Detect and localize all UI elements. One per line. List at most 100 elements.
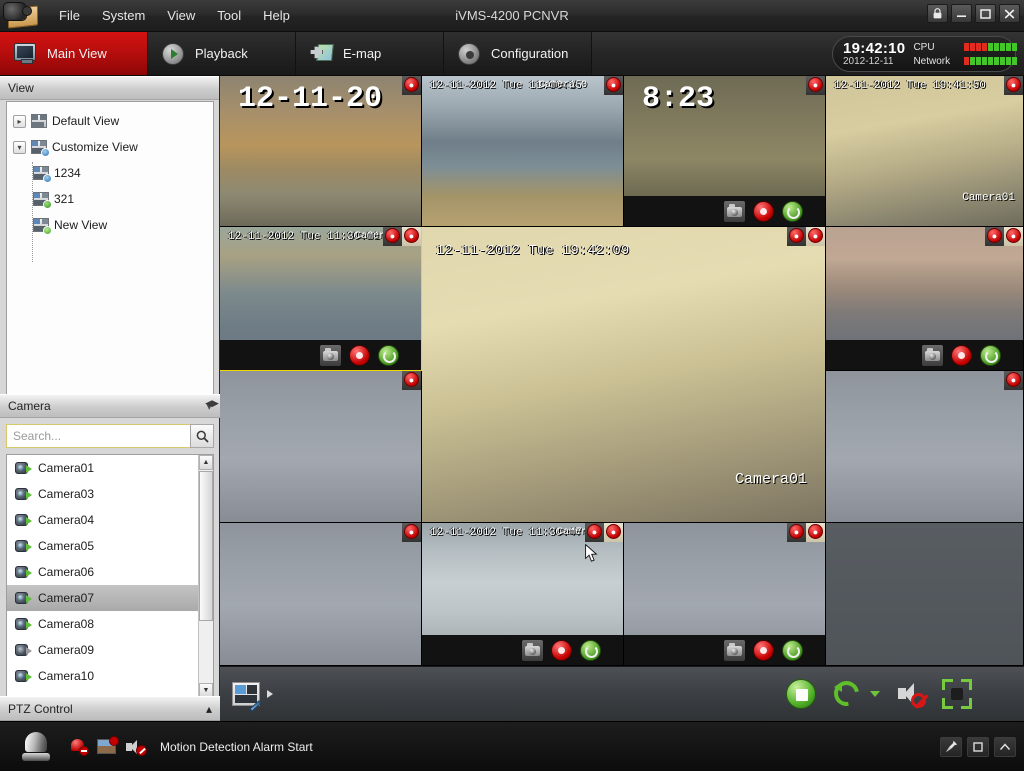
video-cell[interactable]: 12-11-20 ● (220, 76, 422, 227)
tab-playback[interactable]: Playback (148, 32, 296, 75)
tree-item-321[interactable]: 321 (11, 186, 209, 212)
ptz-icon[interactable] (782, 200, 803, 222)
triangle-down-icon[interactable] (870, 691, 880, 697)
stop-icon[interactable] (786, 679, 816, 709)
snapshot-icon[interactable] (522, 639, 543, 661)
tree-item-default-view[interactable]: ▸ Default View (11, 108, 209, 134)
record-icon[interactable] (551, 639, 572, 661)
alarm-bell-icon[interactable]: ● (1004, 371, 1023, 390)
motion-alarm-icon[interactable]: ● (806, 523, 825, 542)
maximize-icon[interactable] (975, 4, 996, 23)
tree-item-customize-view[interactable]: ▾ Customize View (11, 134, 209, 160)
camera-list[interactable]: Camera01 Camera03 Camera04 Camera05 Camera06… (6, 454, 214, 699)
record-icon[interactable] (753, 639, 774, 661)
menu-system[interactable]: System (91, 4, 156, 28)
close-icon[interactable] (999, 4, 1020, 23)
menu-view[interactable]: View (156, 4, 206, 28)
collapse-icon[interactable]: ▾ (13, 140, 26, 154)
motion-alarm-icon[interactable]: ● (402, 227, 421, 246)
mute-speaker-icon[interactable] (896, 679, 926, 709)
menu-tool[interactable]: Tool (206, 4, 252, 28)
menu-help[interactable]: Help (252, 4, 301, 28)
video-cell[interactable]: ● (220, 371, 422, 523)
tab-configuration[interactable]: Configuration (444, 32, 592, 75)
ptz-icon[interactable] (378, 344, 399, 366)
video-cell[interactable]: 12-11-2012 Tue 11:30:21 Camer ● ● (220, 227, 422, 371)
record-icon[interactable] (349, 344, 370, 366)
chevron-up-icon[interactable]: ▴ (206, 702, 212, 716)
fullscreen-icon[interactable] (942, 679, 972, 709)
alarm-bell-icon[interactable]: ● (787, 227, 806, 246)
ptz-icon[interactable] (980, 344, 1001, 366)
snapshot-icon[interactable] (320, 344, 341, 366)
tree-item-1234[interactable]: 1234 (11, 160, 209, 186)
camera-list-item[interactable]: Camera03 (7, 481, 198, 507)
siren-icon[interactable] (22, 731, 50, 762)
picture-alarm-icon[interactable] (97, 735, 119, 756)
motion-alarm-icon[interactable]: ● (1004, 227, 1023, 246)
menu-file[interactable]: File (48, 4, 91, 28)
panel-splitter[interactable]: ◀▶ (205, 392, 219, 414)
camera-list-item[interactable]: Camera08 (7, 611, 198, 637)
sound-alarm-off-icon[interactable] (126, 738, 147, 756)
camera-list-item[interactable]: Camera06 (7, 559, 198, 585)
camera-list-item[interactable]: Camera10 (7, 663, 198, 689)
scrollbar-thumb[interactable] (199, 471, 213, 621)
record-icon[interactable] (753, 200, 774, 222)
tree-item-new-view[interactable]: New View (11, 212, 209, 238)
camera-list-item[interactable]: Camera04 (7, 507, 198, 533)
tab-emap[interactable]: E-map (296, 32, 444, 75)
layout-edit-icon[interactable] (232, 682, 262, 712)
video-cell[interactable]: ● (220, 523, 422, 666)
ptz-control-header[interactable]: PTZ Control ▴ (0, 696, 220, 721)
video-cell[interactable]: ● (826, 371, 1024, 523)
video-cell[interactable]: 12-11-2012 Tue 19:42:09 Camera01 ● ● (422, 227, 826, 523)
alarm-bell-icon[interactable]: ● (585, 523, 604, 542)
triangle-right-icon[interactable] (267, 690, 273, 698)
alarm-bell-icon[interactable]: ● (604, 76, 623, 95)
alarm-bell-icon[interactable]: ● (402, 371, 421, 390)
alarm-bell-off-icon[interactable] (68, 738, 89, 756)
scroll-up-icon[interactable]: ▲ (199, 455, 213, 470)
video-cell[interactable]: 12-11-2012 Tue 11:30:15 Camera 0 ● (422, 76, 624, 227)
lock-icon[interactable] (927, 4, 948, 23)
ptz-icon[interactable] (782, 639, 803, 661)
video-cell[interactable]: 8:23 ● (624, 76, 826, 227)
video-cell[interactable]: 12-11-2012 Tue 11:30:47 Camer ● ● (422, 523, 624, 666)
search-icon[interactable] (190, 424, 214, 448)
camera-list-scrollbar[interactable]: ▲ ▼ (198, 455, 213, 698)
camera-list-item[interactable]: Camera09 (7, 637, 198, 663)
alarm-bell-icon[interactable]: ● (806, 76, 825, 95)
camera-list-item[interactable]: Camera07 (7, 585, 198, 611)
pin-icon[interactable] (940, 736, 962, 757)
video-cell[interactable]: 12-11-2012 Tue 19:41:50 Camera01 ● (826, 76, 1024, 227)
alarm-bell-icon[interactable]: ● (402, 523, 421, 542)
view-panel-header[interactable]: View (0, 76, 219, 100)
snapshot-icon[interactable] (724, 200, 745, 222)
loop-icon[interactable] (829, 676, 864, 711)
chevron-up-icon[interactable] (994, 736, 1016, 757)
snapshot-icon[interactable] (724, 639, 745, 661)
snapshot-icon[interactable] (922, 344, 943, 366)
alarm-bell-icon[interactable]: ● (1004, 76, 1023, 95)
square-icon[interactable] (967, 736, 989, 757)
alarm-bell-icon[interactable]: ● (383, 227, 402, 246)
video-cell[interactable]: ● ● (826, 227, 1024, 371)
camera-list-item[interactable]: Camera05 (7, 533, 198, 559)
expand-icon[interactable]: ▸ (13, 114, 26, 128)
motion-alarm-icon[interactable]: ● (806, 227, 825, 246)
alarm-bell-icon[interactable]: ● (787, 523, 806, 542)
minimize-icon[interactable] (951, 4, 972, 23)
alarm-bell-icon[interactable]: ● (402, 76, 421, 95)
motion-alarm-icon[interactable]: ● (604, 523, 623, 542)
camera-list-item[interactable]: Camera01 (7, 455, 198, 481)
search-input[interactable] (6, 424, 190, 448)
record-icon[interactable] (951, 344, 972, 366)
video-cell[interactable] (826, 523, 1024, 666)
video-camera-name: Camera01 (962, 192, 1015, 204)
camera-panel-header[interactable]: Camera ▾ (0, 394, 220, 418)
video-cell[interactable]: ● ● (624, 523, 826, 666)
ptz-icon[interactable] (580, 639, 601, 661)
tab-main-view[interactable]: Main View (0, 32, 148, 75)
alarm-bell-icon[interactable]: ● (985, 227, 1004, 246)
